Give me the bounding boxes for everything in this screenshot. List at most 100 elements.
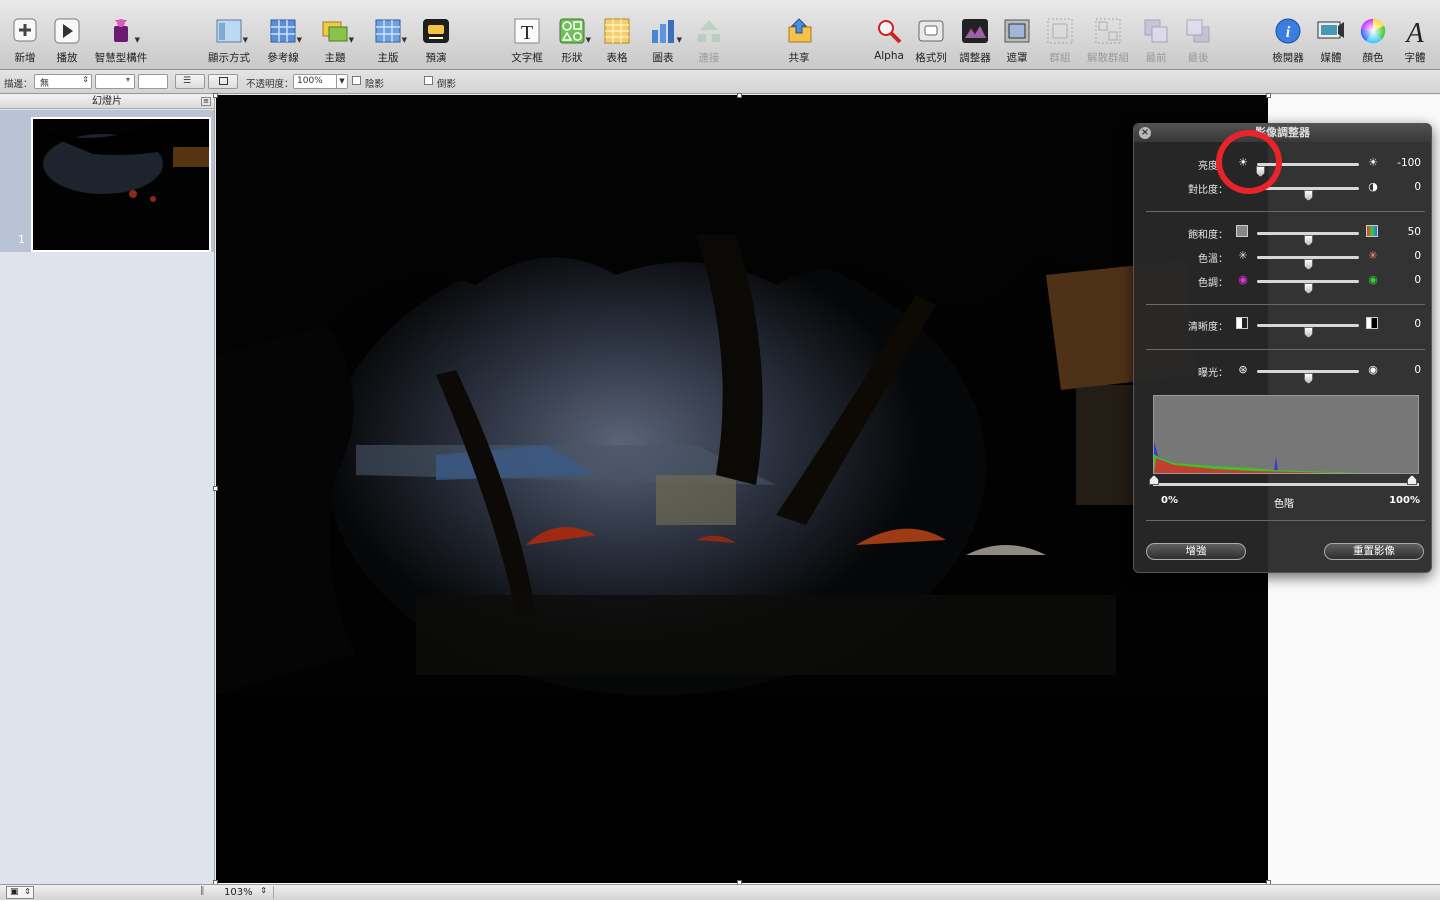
histogram [1153, 395, 1419, 474]
frame-options-button[interactable] [208, 74, 238, 89]
sun-large-icon: ☀ [1368, 156, 1378, 169]
contrast-row: 對比度： ◑ 0 [1134, 179, 1433, 201]
view-icon: ▼ [214, 16, 248, 46]
rehearse-button[interactable]: 預演 [408, 16, 464, 68]
chart-icon: ▼ [648, 16, 682, 46]
play-button[interactable]: 播放 [39, 16, 95, 68]
adjust-image-panel: 影像調整器 × 亮度： ☀ ☀ -100 對比度： ◑ 0 飽和度： 50 色溫… [1133, 123, 1432, 573]
temperature-label: 色溫： [1198, 254, 1228, 265]
pane-options-icon[interactable]: ≡ [201, 97, 211, 106]
media-icon [1316, 16, 1346, 46]
slider-knob[interactable] [1304, 327, 1313, 338]
aperture-icon: ⊛ [1238, 363, 1248, 376]
stepper-icon: ⇕ [82, 75, 89, 84]
tint-value: 0 [1414, 274, 1421, 286]
contrast-label: 對比度： [1188, 185, 1228, 196]
svg-text:i: i [1286, 24, 1291, 41]
magenta-dot-icon: ◉ [1238, 273, 1248, 286]
slides-header: 幻燈片 ≡ [0, 95, 214, 109]
slider-knob[interactable] [1304, 235, 1313, 246]
tint-label: 色調： [1198, 278, 1228, 289]
shadow-checkbox[interactable] [352, 76, 361, 85]
sharpness-label: 清晰度： [1188, 322, 1228, 333]
view-button[interactable]: ▼ 顯示方式 [201, 16, 257, 68]
stroke-select[interactable]: 無 ⇕ [34, 74, 92, 89]
slider-knob[interactable] [1304, 283, 1313, 294]
slide-photo[interactable] [216, 95, 1268, 883]
temperature-slider[interactable] [1257, 256, 1359, 270]
enhance-label: 增強 [1185, 545, 1207, 557]
opacity-label: 不透明度： [246, 79, 294, 90]
selection-handle[interactable] [737, 93, 742, 98]
opacity-value: 100% [297, 76, 323, 86]
selection-handle[interactable] [213, 93, 218, 98]
slider-knob[interactable] [1304, 373, 1313, 384]
play-icon [52, 16, 82, 46]
brightness-row: 亮度： ☀ ☀ -100 [1134, 155, 1433, 177]
stepper-icon: ⇕ [260, 886, 267, 895]
reflection-checkbox[interactable] [424, 76, 433, 85]
guides-label: 參考線 [267, 52, 299, 64]
stepper-icon: ⇕ [24, 887, 31, 896]
sliders-icon: ☰ [183, 76, 192, 86]
selection-handle[interactable] [1266, 93, 1271, 98]
fonts-button[interactable]: A 字體 [1387, 16, 1440, 68]
levels-label: 色階 [1274, 499, 1294, 510]
resize-handle-icon[interactable]: ‖ [200, 886, 212, 899]
contrast-slider[interactable] [1257, 187, 1359, 201]
view-label: 顯示方式 [208, 52, 250, 64]
enhance-button[interactable]: 增強 [1146, 543, 1246, 560]
format-bar: 描邊： 無 ⇕ ▾ ☰ 不透明度： 100% ▼ 陰影 倒影 [0, 70, 1440, 94]
reflection-label: 倒影 [437, 79, 457, 90]
smart-build-button[interactable]: ▼ 智慧型構件 [93, 16, 149, 68]
reset-image-label: 重置影像 [1353, 545, 1395, 557]
slider-knob[interactable] [1304, 259, 1313, 270]
send-back-button[interactable]: 最後 [1170, 16, 1226, 68]
slide-item[interactable]: 1 [0, 110, 214, 252]
tint-slider[interactable] [1257, 280, 1359, 294]
guides-button[interactable]: ▼ 參考線 [255, 16, 311, 68]
contrast-value: 0 [1414, 181, 1421, 193]
fonts-icon: A [1400, 16, 1430, 49]
themes-label: 主題 [324, 52, 346, 64]
close-icon[interactable]: × [1139, 127, 1151, 139]
levels-white-knob[interactable] [1407, 475, 1417, 485]
slider-knob[interactable] [1304, 190, 1313, 201]
format-bar-icon [916, 16, 946, 46]
divider [1146, 211, 1425, 212]
zoom-select[interactable]: 103% ⇕ [216, 886, 274, 899]
share-button[interactable]: 共享 [771, 16, 827, 68]
view-menu-button[interactable]: ▣ ⇕ [6, 886, 34, 899]
chevron-down-icon: ▾ [125, 75, 130, 84]
fonts-label: 字體 [1404, 52, 1426, 64]
masters-icon: ▼ [373, 16, 407, 46]
selection-handle[interactable] [213, 486, 218, 491]
desaturated-icon [1236, 225, 1248, 237]
contrast-icon: ◑ [1368, 180, 1378, 193]
colors-icon [1358, 16, 1388, 46]
stroke-select-value: 無 [40, 79, 50, 89]
opacity-field[interactable]: 100% ▼ [293, 74, 348, 89]
aperture-bright-icon: ◉ [1368, 363, 1378, 376]
exposure-slider[interactable] [1257, 370, 1359, 384]
stroke-width-select[interactable]: ▾ [95, 74, 135, 89]
rehearse-label: 預演 [425, 52, 447, 64]
person-icon: ▣ [10, 887, 19, 897]
reset-image-button[interactable]: 重置影像 [1324, 543, 1424, 560]
levels-black-knob[interactable] [1149, 475, 1159, 485]
slide-thumbnail[interactable] [31, 117, 211, 252]
stroke-color-well[interactable] [138, 74, 168, 89]
saturation-slider[interactable] [1257, 232, 1359, 246]
temperature-row: 色溫： ✳ ✳ 0 [1134, 248, 1433, 270]
sharpness-slider[interactable] [1257, 324, 1359, 338]
back-label: 最後 [1187, 52, 1209, 64]
chevron-down-icon: ▼ [336, 75, 347, 88]
connect-button[interactable]: 連接 [681, 16, 737, 68]
levels-slider[interactable] [1149, 475, 1419, 486]
cool-sun-icon: ✳ [1238, 249, 1248, 262]
stroke-options-button[interactable]: ☰ [175, 74, 205, 89]
mask-icon [1002, 16, 1032, 46]
themes-button[interactable]: ▼ 主題 [307, 16, 363, 68]
share-icon [784, 16, 814, 46]
table-icon [602, 16, 632, 46]
